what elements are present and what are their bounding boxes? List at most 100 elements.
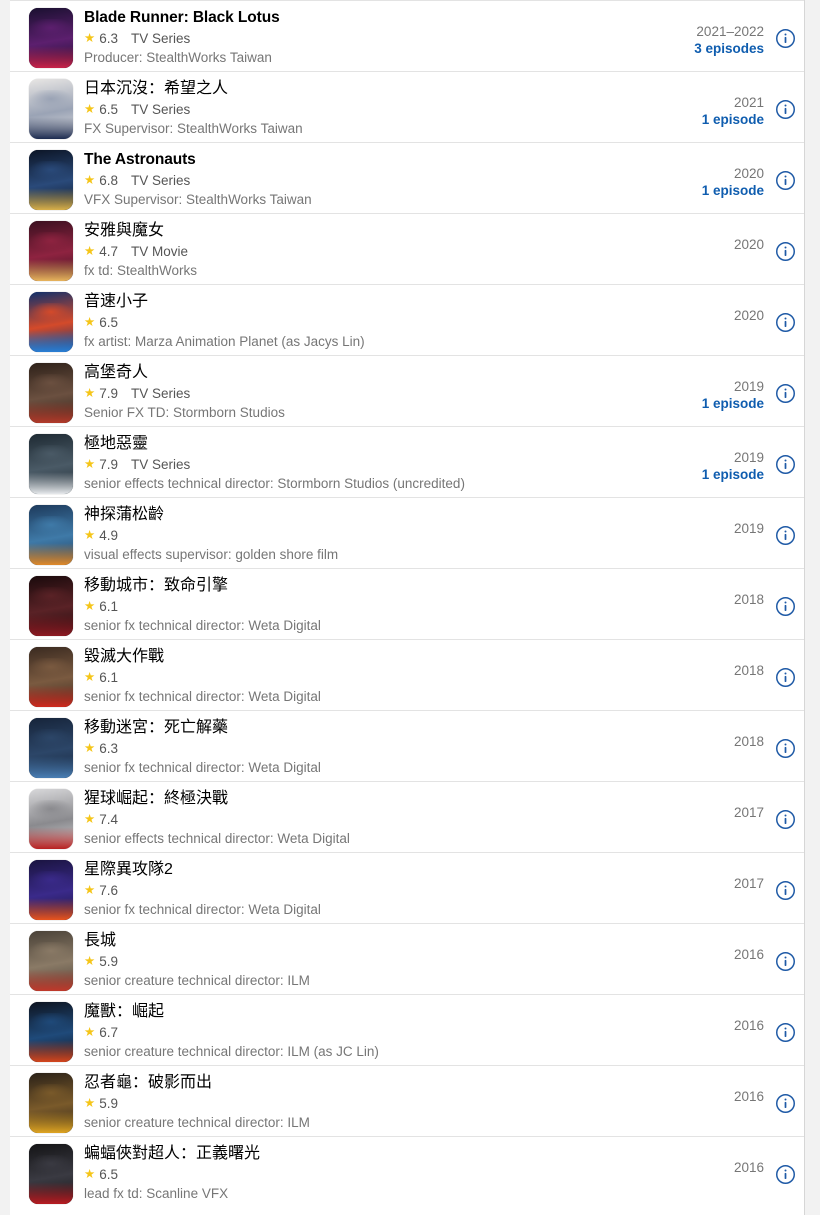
info-circle-icon[interactable] [775, 667, 796, 688]
credit-episodes[interactable]: 1 episode [634, 182, 764, 199]
info-circle-icon[interactable] [775, 596, 796, 617]
poster-thumbnail[interactable] [28, 1002, 74, 1062]
credit-info-button[interactable] [766, 8, 804, 49]
credit-row[interactable]: 忍者龜：破影而出 ★ 5.9 senior creature technical… [10, 1065, 804, 1136]
credit-title[interactable]: 魔獸：崛起 [84, 1002, 626, 1022]
info-circle-icon[interactable] [775, 1164, 796, 1185]
poster-image[interactable] [29, 8, 73, 68]
credit-episodes[interactable]: 1 episode [634, 466, 764, 483]
credit-title[interactable]: 移動城市：致命引擎 [84, 576, 626, 596]
poster-thumbnail[interactable] [28, 221, 74, 281]
credit-row[interactable]: 安雅與魔女 ★ 4.7 TV Movie fx td: StealthWorks… [10, 213, 804, 284]
credit-title[interactable]: 安雅與魔女 [84, 221, 626, 241]
poster-image[interactable] [29, 221, 73, 281]
poster-thumbnail[interactable] [28, 292, 74, 352]
credit-row[interactable]: 星際異攻隊2 ★ 7.6 senior fx technical directo… [10, 852, 804, 923]
info-circle-icon[interactable] [775, 525, 796, 546]
info-circle-icon[interactable] [775, 809, 796, 830]
credit-title[interactable]: 移動迷宮：死亡解藥 [84, 718, 626, 738]
poster-thumbnail[interactable] [28, 505, 74, 565]
credit-info-button[interactable] [766, 1002, 804, 1043]
poster-thumbnail[interactable] [28, 1073, 74, 1133]
credit-info-button[interactable] [766, 221, 804, 262]
info-circle-icon[interactable] [775, 738, 796, 759]
credit-info-button[interactable] [766, 505, 804, 546]
info-circle-icon[interactable] [775, 383, 796, 404]
credit-title[interactable]: The Astronauts [84, 150, 626, 170]
credit-info-button[interactable] [766, 860, 804, 901]
credit-row[interactable]: The Astronauts ★ 6.8 TV Series VFX Super… [10, 142, 804, 213]
info-circle-icon[interactable] [775, 170, 796, 191]
credit-info-button[interactable] [766, 434, 804, 475]
poster-image[interactable] [29, 292, 73, 352]
info-circle-icon[interactable] [775, 951, 796, 972]
credit-info-button[interactable] [766, 79, 804, 120]
credit-title[interactable]: 忍者龜：破影而出 [84, 1073, 626, 1093]
credit-row[interactable]: 移動城市：致命引擎 ★ 6.1 senior fx technical dire… [10, 568, 804, 639]
poster-thumbnail[interactable] [28, 363, 74, 423]
credit-info-button[interactable] [766, 292, 804, 333]
poster-image[interactable] [29, 1144, 73, 1204]
credit-row[interactable]: Blade Runner: Black Lotus ★ 6.3 TV Serie… [10, 0, 804, 71]
poster-image[interactable] [29, 860, 73, 920]
poster-image[interactable] [29, 150, 73, 210]
credit-title[interactable]: 蝙蝠俠對超人：正義曙光 [84, 1144, 626, 1164]
info-circle-icon[interactable] [775, 880, 796, 901]
credit-row[interactable]: 移動迷宮：死亡解藥 ★ 6.3 senior fx technical dire… [10, 710, 804, 781]
poster-image[interactable] [29, 1073, 73, 1133]
credit-title[interactable]: 日本沉沒：希望之人 [84, 79, 626, 99]
poster-thumbnail[interactable] [28, 576, 74, 636]
info-circle-icon[interactable] [775, 99, 796, 120]
credit-info-button[interactable] [766, 931, 804, 972]
credit-info-button[interactable] [766, 718, 804, 759]
credit-title[interactable]: Blade Runner: Black Lotus [84, 8, 626, 28]
poster-thumbnail[interactable] [28, 931, 74, 991]
poster-image[interactable] [29, 647, 73, 707]
poster-image[interactable] [29, 505, 73, 565]
poster-thumbnail[interactable] [28, 434, 74, 494]
poster-thumbnail[interactable] [28, 150, 74, 210]
poster-thumbnail[interactable] [28, 79, 74, 139]
credit-row[interactable]: 猩球崛起：終極決戰 ★ 7.4 senior effects technical… [10, 781, 804, 852]
credit-row[interactable]: 毀滅大作戰 ★ 6.1 senior fx technical director… [10, 639, 804, 710]
credit-episodes[interactable]: 3 episodes [634, 40, 764, 57]
credit-title[interactable]: 極地惡靈 [84, 434, 626, 454]
info-circle-icon[interactable] [775, 454, 796, 475]
poster-image[interactable] [29, 576, 73, 636]
poster-image[interactable] [29, 363, 73, 423]
poster-image[interactable] [29, 718, 73, 778]
info-circle-icon[interactable] [775, 28, 796, 49]
credit-info-button[interactable] [766, 1073, 804, 1114]
credit-title[interactable]: 長城 [84, 931, 626, 951]
poster-thumbnail[interactable] [28, 860, 74, 920]
poster-image[interactable] [29, 789, 73, 849]
credit-info-button[interactable] [766, 363, 804, 404]
credit-info-button[interactable] [766, 150, 804, 191]
poster-image[interactable] [29, 931, 73, 991]
credit-title[interactable]: 音速小子 [84, 292, 626, 312]
poster-thumbnail[interactable] [28, 647, 74, 707]
credit-row[interactable]: 魔獸：崛起 ★ 6.7 senior creature technical di… [10, 994, 804, 1065]
poster-image[interactable] [29, 79, 73, 139]
credit-title[interactable]: 星際異攻隊2 [84, 860, 626, 880]
credit-info-button[interactable] [766, 647, 804, 688]
credit-info-button[interactable] [766, 1144, 804, 1185]
credit-row[interactable]: 音速小子 ★ 6.5 fx artist: Marza Animation Pl… [10, 284, 804, 355]
credit-title[interactable]: 猩球崛起：終極決戰 [84, 789, 626, 809]
poster-thumbnail[interactable] [28, 8, 74, 68]
poster-image[interactable] [29, 1002, 73, 1062]
credit-row[interactable]: 長城 ★ 5.9 senior creature technical direc… [10, 923, 804, 994]
info-circle-icon[interactable] [775, 1022, 796, 1043]
credit-row[interactable]: 日本沉沒：希望之人 ★ 6.5 TV Series FX Supervisor:… [10, 71, 804, 142]
credit-row[interactable]: 極地惡靈 ★ 7.9 TV Series senior effects tech… [10, 426, 804, 497]
poster-thumbnail[interactable] [28, 718, 74, 778]
info-circle-icon[interactable] [775, 312, 796, 333]
credit-episodes[interactable]: 1 episode [634, 395, 764, 412]
poster-image[interactable] [29, 434, 73, 494]
poster-thumbnail[interactable] [28, 789, 74, 849]
credit-title[interactable]: 神探蒲松齡 [84, 505, 626, 525]
poster-thumbnail[interactable] [28, 1144, 74, 1204]
credit-row[interactable]: 高堡奇人 ★ 7.9 TV Series Senior FX TD: Storm… [10, 355, 804, 426]
info-circle-icon[interactable] [775, 1093, 796, 1114]
credit-title[interactable]: 高堡奇人 [84, 363, 626, 383]
